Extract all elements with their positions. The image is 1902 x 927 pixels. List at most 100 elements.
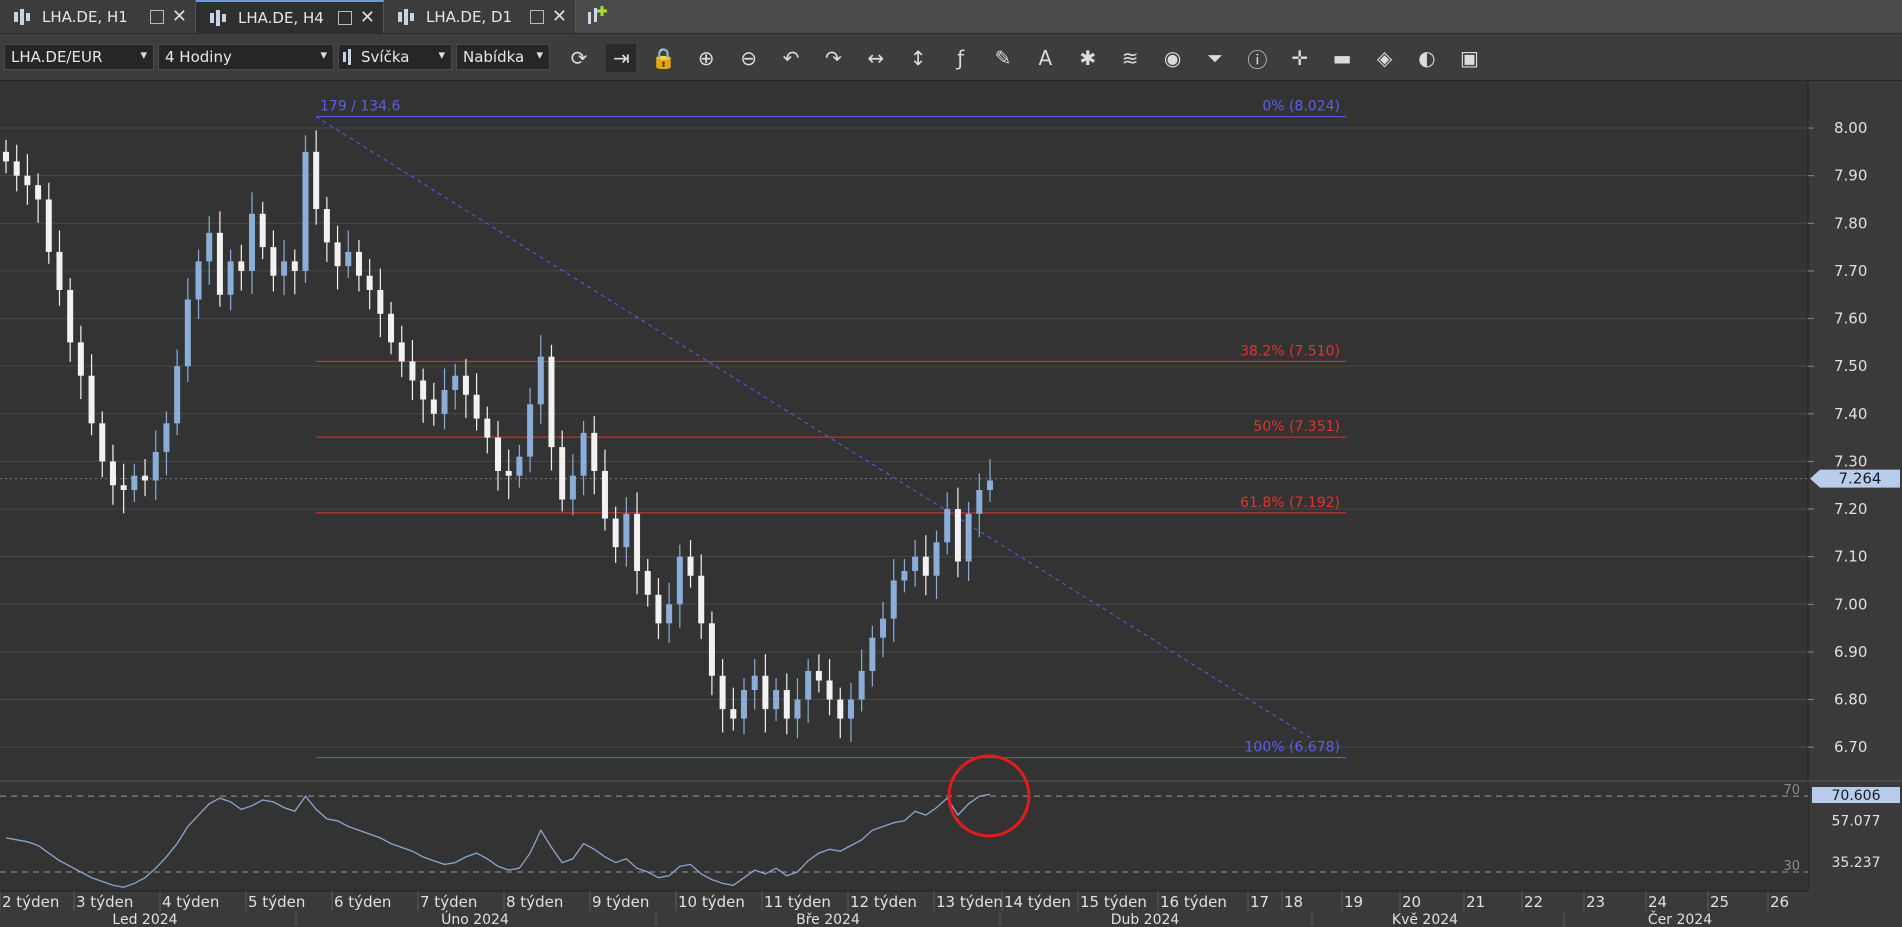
info-icon[interactable]: ⓘ [1242, 44, 1272, 72]
candle-body [99, 423, 106, 462]
candle-body [366, 275, 373, 290]
candle-body [238, 261, 245, 271]
candle-body [837, 699, 844, 719]
candlestick-icon [398, 8, 416, 25]
time-label-week: 9 týden [592, 893, 649, 911]
paint-bucket-icon[interactable]: ◈ [1370, 44, 1400, 72]
time-label-month: Kvě 2024 [1392, 912, 1458, 927]
time-label-week: 26 [1770, 893, 1789, 911]
candle-body [912, 556, 919, 571]
candle-body [24, 175, 31, 186]
price-side-select[interactable]: Nabídka ▾ [456, 44, 550, 70]
theme-icon[interactable]: ◐ [1412, 44, 1442, 72]
candle-body [591, 432, 598, 471]
candle-body [922, 556, 929, 576]
fib-level-label: 50% (7.351) [1253, 419, 1340, 435]
undo-icon[interactable]: ↶ [776, 44, 806, 72]
fib-level-label: 61.8% (7.192) [1240, 495, 1340, 511]
candle-body [676, 556, 683, 605]
tab-lha-h1[interactable]: LHA.DE, H1 ✕ [0, 0, 196, 33]
vertical-scale-icon[interactable]: ↕ [903, 44, 933, 72]
time-label-week: 14 týden [1004, 893, 1071, 911]
time-label-week: 8 týden [506, 893, 563, 911]
close-icon[interactable]: ✕ [360, 7, 375, 28]
candle-body [890, 580, 897, 619]
popout-icon[interactable] [337, 10, 352, 25]
save-icon[interactable]: ▣ [1454, 44, 1484, 72]
time-label-week: 19 [1344, 893, 1363, 911]
zoom-out-icon[interactable]: ⊖ [734, 44, 764, 72]
chart-type-select[interactable]: Svíčka ▾ [338, 44, 452, 70]
text-tool-icon[interactable]: A [1030, 44, 1060, 72]
candle-body [741, 690, 747, 719]
instrument-select[interactable]: LHA.DE/EUR ▾ [4, 44, 154, 70]
pencil-icon[interactable]: ✎ [988, 44, 1018, 72]
candle-body [708, 623, 715, 676]
candle-body [719, 675, 726, 710]
time-label-week: 23 [1586, 893, 1605, 911]
zoom-in-icon[interactable]: ⊕ [691, 44, 721, 72]
tab-lha-d1[interactable]: LHA.DE, D1 ✕ [384, 0, 576, 33]
candle-body [56, 251, 63, 290]
candle-body [473, 394, 480, 419]
time-label-week: 6 týden [334, 893, 391, 911]
tab-lha-h4[interactable]: LHA.DE, H4 ✕ [196, 0, 384, 33]
candle-body [462, 375, 469, 395]
candle-body [249, 213, 255, 271]
candlestick-icon [343, 49, 357, 65]
price-tick-label: 7.30 [1834, 452, 1867, 470]
candle-body [452, 375, 459, 390]
candle-body [174, 366, 181, 424]
price-tick-label: 7.20 [1834, 500, 1867, 518]
price-tick-label: 7.40 [1834, 405, 1867, 423]
candle-body [847, 699, 854, 719]
candle-body [901, 570, 908, 581]
lock-icon[interactable]: 🔒 [649, 44, 679, 72]
eye-icon[interactable]: ◉ [1158, 44, 1188, 72]
candle-body [965, 513, 972, 562]
alerts-icon[interactable]: ⏷ [1200, 44, 1230, 72]
add-chart-icon[interactable] [584, 4, 610, 28]
rsi-panel [0, 781, 1808, 891]
candle-body [291, 261, 298, 271]
candle-body [634, 513, 641, 571]
price-chart[interactable]: 0% (8.024) 38.2% (7.510) 50% (7.351) 61.8% … [0, 81, 1902, 927]
candle [302, 135, 309, 283]
candle-body [569, 475, 576, 500]
redo-icon[interactable]: ↷ [818, 44, 848, 72]
close-icon[interactable]: ✕ [172, 6, 187, 27]
candlestick-icon [14, 8, 32, 25]
close-icon[interactable]: ✕ [552, 6, 567, 27]
candle-body [612, 518, 619, 548]
candle-body [109, 461, 116, 486]
candle-body [430, 399, 437, 414]
candle-body [815, 670, 822, 681]
shift-chart-icon[interactable]: ⇥ [606, 44, 637, 72]
candle-body [163, 423, 170, 452]
candle-body [601, 470, 608, 519]
price-tick-label: 7.80 [1834, 214, 1867, 232]
candlestick-icon [210, 9, 228, 26]
layers-icon[interactable]: ≋ [1115, 44, 1145, 72]
time-label-week: 25 [1710, 893, 1729, 911]
horizontal-scale-icon[interactable]: ↔ [861, 44, 891, 72]
crosshair-icon[interactable]: ✛ [1285, 44, 1315, 72]
candle-body [345, 251, 352, 267]
candle-body [270, 247, 277, 276]
candle-body [302, 151, 309, 271]
popout-icon[interactable] [149, 9, 164, 24]
candle-body [548, 356, 555, 448]
candle-body [45, 199, 52, 252]
candle-body [858, 670, 865, 700]
refresh-icon[interactable]: ⟳ [564, 44, 594, 72]
pattern-icon[interactable]: ✱ [1073, 44, 1103, 72]
period-select[interactable]: 4 Hodiny ▾ [158, 44, 334, 70]
formula-icon[interactable]: ƒ [946, 44, 976, 72]
chart-plot-area [0, 81, 1808, 781]
candle-body [580, 432, 587, 476]
volume-bars-icon[interactable]: ▬ [1327, 44, 1357, 72]
fib-level-label: 38.2% (7.510) [1240, 343, 1340, 359]
candle-body [644, 570, 651, 595]
candle-body [77, 342, 84, 376]
popout-icon[interactable] [529, 9, 544, 24]
